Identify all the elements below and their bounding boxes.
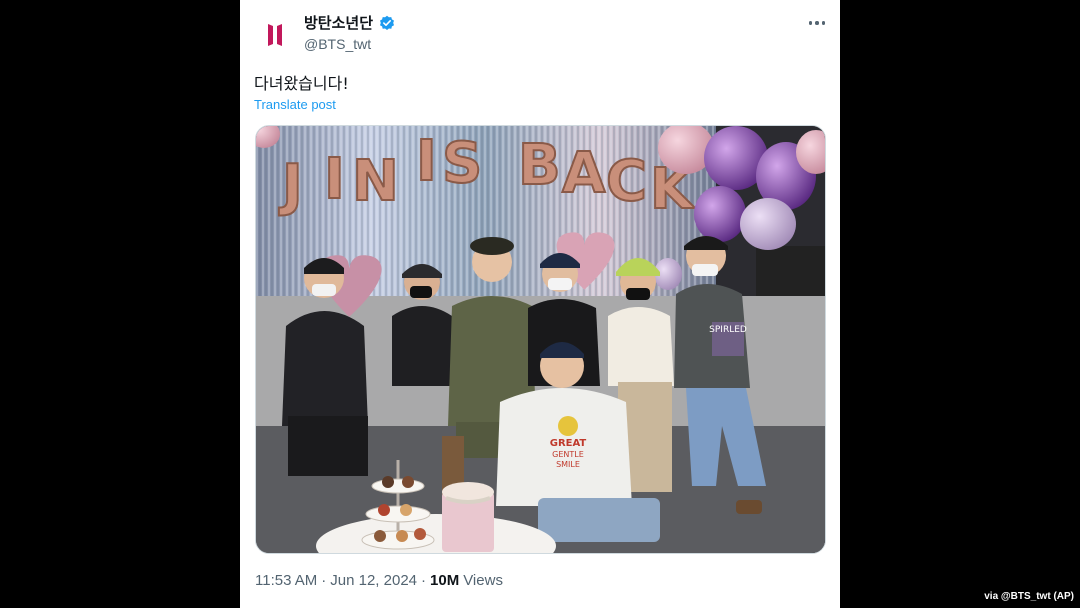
- verified-badge-icon: [380, 15, 395, 30]
- bts-logo-avatar[interactable]: [258, 14, 292, 54]
- author-name-row: 방탄소년단: [304, 12, 395, 33]
- banner-letter: J: [278, 153, 303, 218]
- display-name[interactable]: 방탄소년단: [304, 12, 373, 33]
- shirt-text-line: SMILE: [556, 460, 580, 469]
- banner-letter: A: [562, 141, 606, 206]
- banner-letter: I: [416, 129, 437, 194]
- tweet-date[interactable]: Jun 12, 2024: [330, 572, 417, 589]
- tweet-time[interactable]: 11:53 AM: [255, 572, 317, 589]
- banner-letter: C: [606, 149, 647, 214]
- views-label: Views: [463, 572, 503, 589]
- meta-separator: ·: [421, 572, 427, 589]
- tweet-text: 다녀왔습니다!: [254, 74, 349, 93]
- banner-letter: N: [352, 149, 399, 214]
- banner-letter: B: [518, 133, 561, 198]
- balloon: [694, 186, 746, 242]
- balloon: [740, 198, 796, 250]
- banner-letter: I: [324, 147, 345, 212]
- tweet-meta: 11:53 AM · Jun 12, 2024 · 10M Views: [255, 572, 503, 589]
- cake: [442, 482, 494, 552]
- views-count[interactable]: 10M: [430, 572, 459, 589]
- translate-post-link[interactable]: Translate post: [254, 97, 336, 112]
- tshirt-text: SPIRLED: [709, 325, 747, 335]
- tweet-photo[interactable]: J I N I S B A C K SPIRLED GREAT GENTLE S…: [255, 125, 826, 554]
- meta-separator: ·: [321, 572, 327, 589]
- more-options-button[interactable]: [806, 14, 828, 32]
- author-handle[interactable]: @BTS_twt: [304, 36, 371, 52]
- banner-letter: S: [442, 131, 482, 196]
- photo-credit: via @BTS_twt (AP): [984, 591, 1074, 602]
- shirt-text-line: GENTLE: [552, 450, 584, 459]
- group-photo-illustration: J I N I S B A C K SPIRLED GREAT GENTLE S…: [256, 126, 825, 553]
- more-horizontal-icon: [808, 21, 813, 25]
- shirt-text-line: GREAT: [550, 438, 587, 449]
